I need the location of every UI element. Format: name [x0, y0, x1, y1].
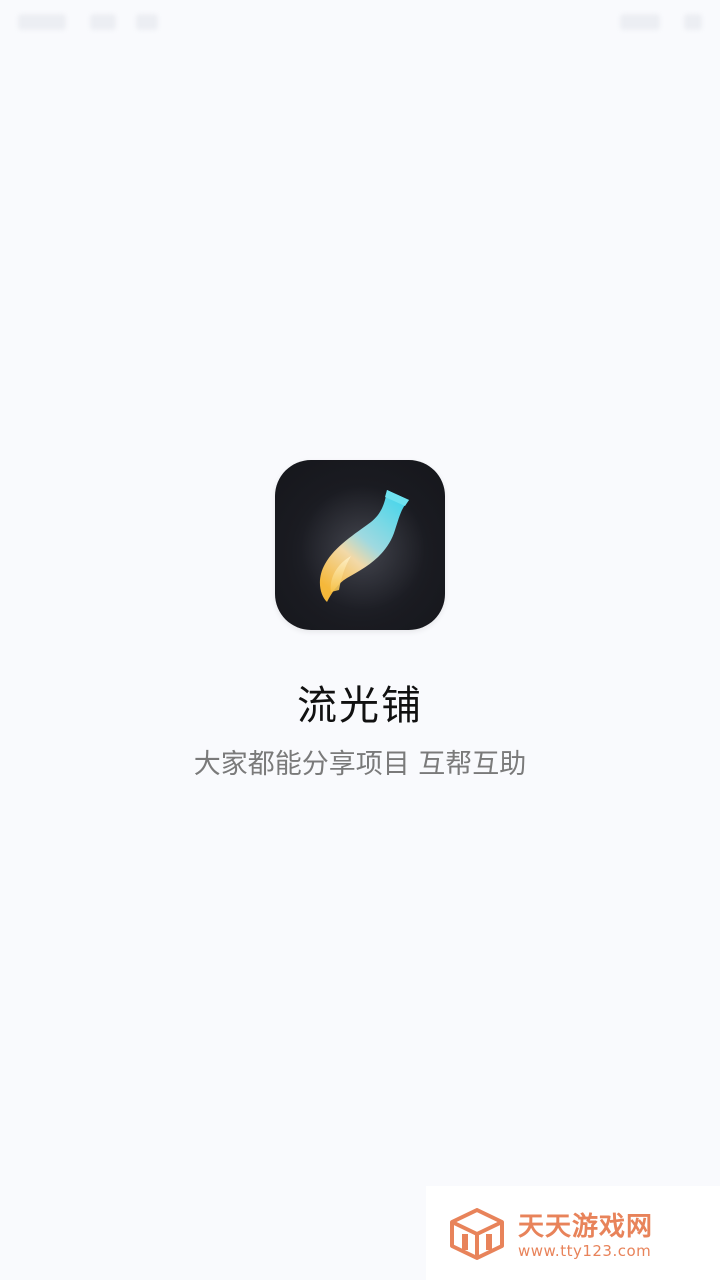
status-bar: [0, 0, 720, 44]
splash-content: 流光铺 大家都能分享项目 互帮互助: [0, 460, 720, 782]
status-battery-icon: [684, 14, 702, 30]
app-slogan: 大家都能分享项目 互帮互助: [193, 749, 527, 780]
watermark-title: 天天游戏网: [518, 1212, 654, 1242]
status-notification-icon: [90, 14, 116, 30]
watermark: 天天游戏网 www.tty123.com: [426, 1186, 720, 1280]
app-name: 流光铺: [297, 683, 423, 729]
feather-brush-icon: [301, 486, 425, 610]
status-signal-icon: [620, 14, 660, 30]
watermark-url: www.tty123.com: [518, 1242, 652, 1260]
cube-logo-icon: [450, 1208, 504, 1260]
app-icon: [275, 460, 445, 630]
status-time-blurred: [18, 14, 66, 30]
status-notification-icon: [136, 14, 158, 30]
